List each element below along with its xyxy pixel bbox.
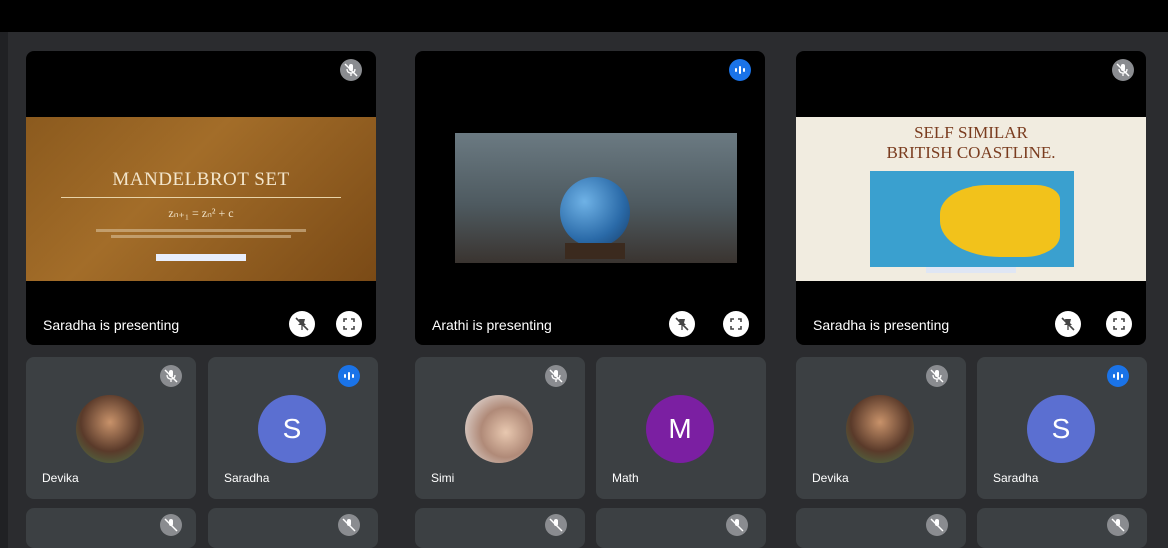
participant-name: Math bbox=[612, 471, 639, 485]
participant-tile[interactable]: Devika bbox=[796, 357, 966, 499]
participant-tile[interactable]: Devika bbox=[26, 357, 196, 499]
slide-formula: zₙ₊₁ = zₙ² + c bbox=[168, 206, 234, 220]
speaking-indicator-icon bbox=[1107, 365, 1129, 387]
mic-off-icon bbox=[340, 59, 362, 81]
fullscreen-icon[interactable] bbox=[1106, 311, 1132, 337]
avatar: S bbox=[258, 395, 326, 463]
avatar: S bbox=[1027, 395, 1095, 463]
presentation-tile-1[interactable]: MANDELBROT SET zₙ₊₁ = zₙ² + c Saradha is… bbox=[26, 51, 376, 345]
mic-off-icon bbox=[926, 365, 948, 387]
pin-off-icon[interactable] bbox=[289, 311, 315, 337]
participant-name: Saradha bbox=[993, 471, 1039, 485]
speaking-indicator-icon bbox=[338, 365, 360, 387]
shared-slide-mandelbrot: MANDELBROT SET zₙ₊₁ = zₙ² + c bbox=[26, 117, 376, 281]
slide-text-line bbox=[111, 235, 291, 238]
top-bar bbox=[0, 0, 1168, 32]
participant-name: Devika bbox=[42, 471, 79, 485]
avatar bbox=[465, 395, 533, 463]
mic-off-icon bbox=[545, 514, 567, 536]
participant-tile-partial[interactable] bbox=[977, 508, 1147, 548]
presenter-caption: Arathi is presenting bbox=[432, 317, 552, 333]
mic-off-icon bbox=[160, 514, 182, 536]
participant-tile[interactable]: M Math bbox=[596, 357, 766, 499]
participant-name: Simi bbox=[431, 471, 455, 485]
mic-off-icon bbox=[1112, 59, 1134, 81]
participant-tile-partial[interactable] bbox=[26, 508, 196, 548]
avatar bbox=[846, 395, 914, 463]
pin-off-icon[interactable] bbox=[669, 311, 695, 337]
shared-screen-globe-image bbox=[455, 133, 737, 263]
mic-off-icon bbox=[338, 514, 360, 536]
mic-off-icon bbox=[545, 365, 567, 387]
participant-name: Devika bbox=[812, 471, 849, 485]
shared-slide-coastline: SELF SIMILAR BRITISH COASTLINE. bbox=[796, 117, 1146, 281]
participant-tile-partial[interactable] bbox=[596, 508, 766, 548]
slide-divider bbox=[61, 197, 341, 198]
avatar bbox=[76, 395, 144, 463]
participant-tile-partial[interactable] bbox=[208, 508, 378, 548]
slide-title: MANDELBROT SET bbox=[112, 169, 290, 190]
globe-stand bbox=[565, 243, 625, 259]
participant-tile[interactable]: S Saradha bbox=[208, 357, 378, 499]
slide-title-line-1: SELF SIMILAR bbox=[914, 123, 1028, 142]
mic-off-icon bbox=[160, 365, 182, 387]
fullscreen-icon[interactable] bbox=[723, 311, 749, 337]
slide-text-line bbox=[96, 229, 306, 232]
slide-link-bar bbox=[926, 267, 1016, 273]
slide-title-line-2: BRITISH COASTLINE. bbox=[886, 143, 1056, 162]
mic-off-icon bbox=[1107, 514, 1129, 536]
avatar: M bbox=[646, 395, 714, 463]
pin-off-icon[interactable] bbox=[1055, 311, 1081, 337]
fullscreen-icon[interactable] bbox=[336, 311, 362, 337]
coastline-map-image bbox=[870, 171, 1074, 267]
mic-off-icon bbox=[926, 514, 948, 536]
participant-tile[interactable]: S Saradha bbox=[977, 357, 1147, 499]
speaking-indicator-icon bbox=[729, 59, 751, 81]
presenter-caption: Saradha is presenting bbox=[43, 317, 180, 333]
presentation-tile-3[interactable]: SELF SIMILAR BRITISH COASTLINE. Saradha … bbox=[796, 51, 1146, 345]
mic-off-icon bbox=[726, 514, 748, 536]
participant-tile-partial[interactable] bbox=[415, 508, 585, 548]
participant-tile[interactable]: Simi bbox=[415, 357, 585, 499]
participant-name: Saradha bbox=[224, 471, 270, 485]
presentation-tile-2[interactable]: Arathi is presenting bbox=[415, 51, 765, 345]
slide-link-bar bbox=[156, 254, 246, 261]
map-landmass bbox=[940, 185, 1060, 257]
globe-image bbox=[560, 177, 630, 247]
presenter-caption: Saradha is presenting bbox=[813, 317, 950, 333]
participant-tile-partial[interactable] bbox=[796, 508, 966, 548]
